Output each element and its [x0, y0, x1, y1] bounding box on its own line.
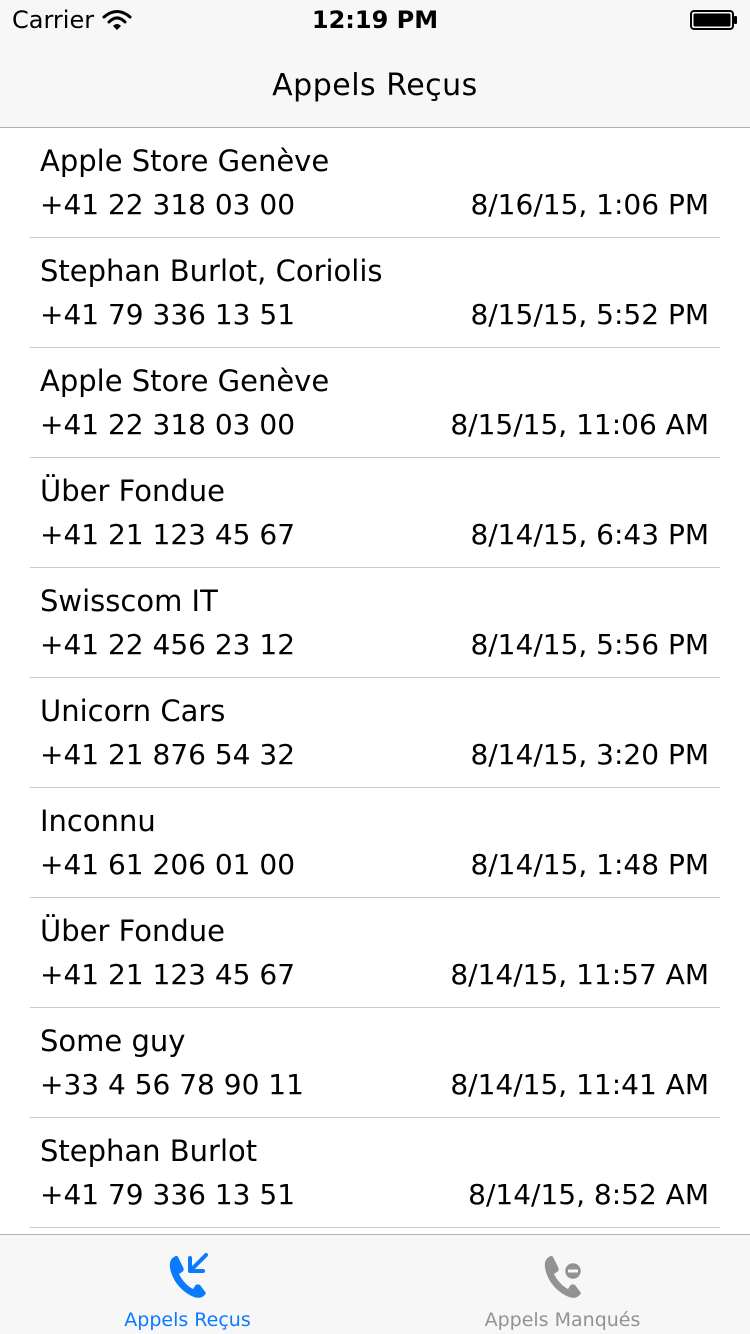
navigation-bar: Appels Reçus — [0, 40, 750, 128]
caller-number: +33 4 56 78 90 11 — [40, 1068, 304, 1101]
call-row[interactable]: Stephan Burlot, Coriolis +41 79 336 13 5… — [0, 238, 750, 348]
tab-bar: Appels Reçus Appels Manqués — [0, 1234, 750, 1334]
call-timestamp: 8/14/15, 1:48 PM — [470, 848, 709, 881]
caller-number: +41 79 336 13 51 — [40, 1178, 296, 1211]
caller-name: Apple Store Genève — [40, 144, 330, 178]
caller-number: +41 22 318 03 00 — [40, 408, 296, 441]
call-timestamp: 8/14/15, 6:43 PM — [470, 518, 709, 551]
tab-appels-recus[interactable]: Appels Reçus — [0, 1235, 375, 1334]
caller-number: +41 22 318 03 00 — [40, 188, 296, 221]
call-timestamp: 8/15/15, 5:52 PM — [470, 298, 709, 331]
call-row[interactable]: Über Fondue +41 21 123 45 67 8/14/15, 11… — [0, 898, 750, 1008]
call-timestamp: 8/14/15, 3:20 PM — [470, 738, 709, 771]
call-timestamp: 8/14/15, 11:57 AM — [450, 958, 709, 991]
call-timestamp: 8/14/15, 5:56 PM — [470, 628, 709, 661]
status-bar: Carrier 12:19 PM — [0, 0, 750, 40]
page-title: Appels Reçus — [272, 68, 478, 103]
call-row[interactable]: Apple Store Genève +41 22 318 03 00 8/15… — [0, 348, 750, 458]
call-row[interactable]: Über Fondue +41 21 123 45 67 8/14/15, 6:… — [0, 458, 750, 568]
caller-number: +41 79 336 13 51 — [40, 298, 296, 331]
caller-number: +41 21 876 54 32 — [40, 738, 296, 771]
caller-name: Apple Store Genève — [40, 364, 330, 398]
call-timestamp: 8/14/15, 8:52 AM — [468, 1178, 709, 1211]
caller-name: Stephan Burlot, Coriolis — [40, 254, 383, 288]
call-row[interactable]: Stephan Burlot +41 79 336 13 51 8/14/15,… — [0, 1118, 750, 1228]
caller-name: Inconnu — [40, 804, 156, 838]
caller-name: Über Fondue — [40, 474, 226, 508]
tab-label: Appels Manqués — [484, 1309, 641, 1331]
caller-name: Some guy — [40, 1024, 186, 1058]
incoming-call-icon — [169, 1253, 208, 1298]
call-row[interactable]: Inconnu +41 61 206 01 00 8/14/15, 1:48 P… — [0, 788, 750, 898]
caller-number: +41 61 206 01 00 — [40, 848, 296, 881]
caller-name: Swisscom IT — [40, 584, 218, 618]
call-timestamp: 8/16/15, 1:06 PM — [470, 188, 709, 221]
call-row[interactable]: Unicorn Cars +41 21 876 54 32 8/14/15, 3… — [0, 678, 750, 788]
call-row[interactable]: Some guy +33 4 56 78 90 11 8/14/15, 11:4… — [0, 1008, 750, 1118]
call-timestamp: 8/14/15, 11:41 AM — [450, 1068, 709, 1101]
tab-appels-manques[interactable]: Appels Manqués — [375, 1235, 750, 1334]
call-row[interactable]: Swisscom IT +41 22 456 23 12 8/14/15, 5:… — [0, 568, 750, 678]
caller-number: +41 21 123 45 67 — [40, 518, 296, 551]
tab-label: Appels Reçus — [124, 1309, 251, 1331]
caller-name: Über Fondue — [40, 914, 226, 948]
status-time: 12:19 PM — [311, 6, 439, 34]
caller-name: Stephan Burlot — [40, 1134, 258, 1168]
call-list[interactable]: Apple Store Genève +41 22 318 03 00 8/16… — [0, 128, 750, 1234]
caller-name: Unicorn Cars — [40, 694, 226, 728]
caller-number: +41 22 456 23 12 — [40, 628, 296, 661]
missed-call-icon — [544, 1255, 583, 1298]
call-row[interactable]: Apple Store Genève +41 22 318 03 00 8/16… — [0, 128, 750, 238]
caller-number: +41 21 123 45 67 — [40, 958, 296, 991]
battery-icon — [690, 10, 737, 30]
call-timestamp: 8/15/15, 11:06 AM — [450, 408, 709, 441]
